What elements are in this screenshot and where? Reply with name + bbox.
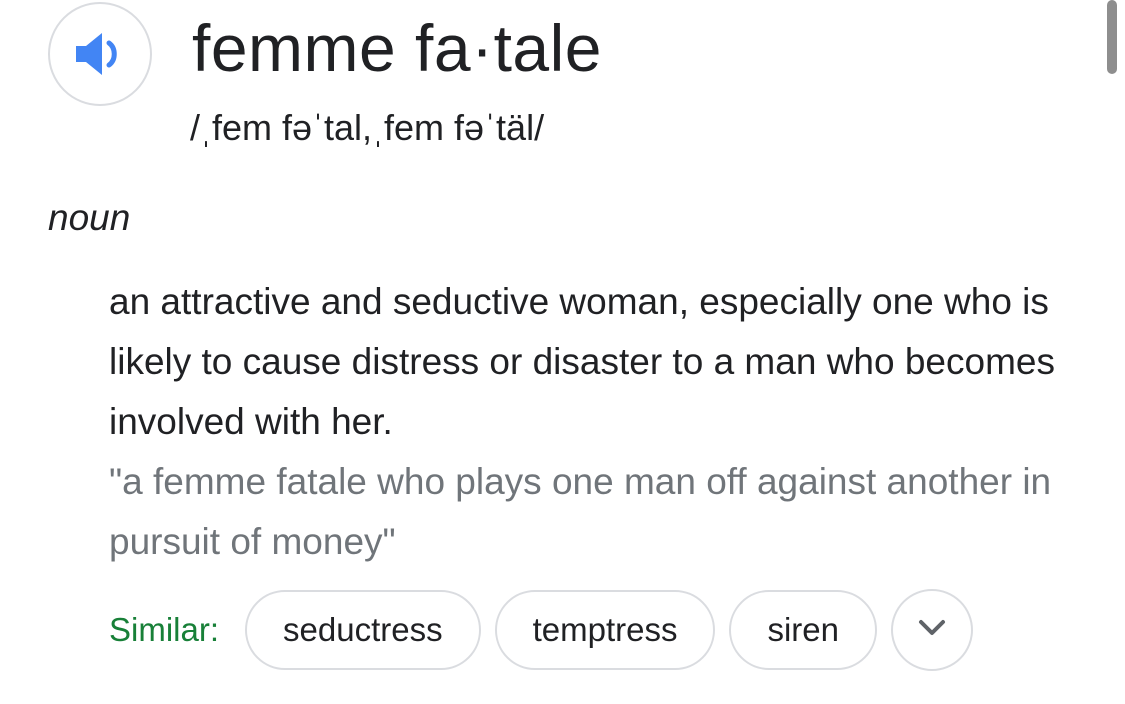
phonetic-transcription: /ˌfem fəˈtal,ˌfem fəˈtäl/ bbox=[190, 107, 545, 148]
similar-label: Similar: bbox=[109, 611, 220, 648]
pronounce-button[interactable] bbox=[48, 2, 152, 106]
example-sentence: "a femme fatale who plays one man off ag… bbox=[109, 461, 1052, 562]
headword: femme fa·tale bbox=[192, 11, 602, 85]
scrollbar[interactable] bbox=[1107, 0, 1117, 74]
expand-similar-button[interactable] bbox=[891, 589, 973, 671]
chevron-down-icon bbox=[917, 618, 947, 643]
part-of-speech: noun bbox=[48, 197, 131, 238]
similar-chip-temptress[interactable]: temptress bbox=[494, 590, 716, 670]
similar-chip-seductress[interactable]: seductress bbox=[245, 590, 481, 670]
definition-text: an attractive and seductive woman, espec… bbox=[109, 281, 1055, 442]
similar-chip-siren[interactable]: siren bbox=[729, 590, 877, 670]
similar-words-row: Similar: seductress temptress siren bbox=[109, 588, 973, 672]
speaker-icon bbox=[74, 30, 126, 78]
